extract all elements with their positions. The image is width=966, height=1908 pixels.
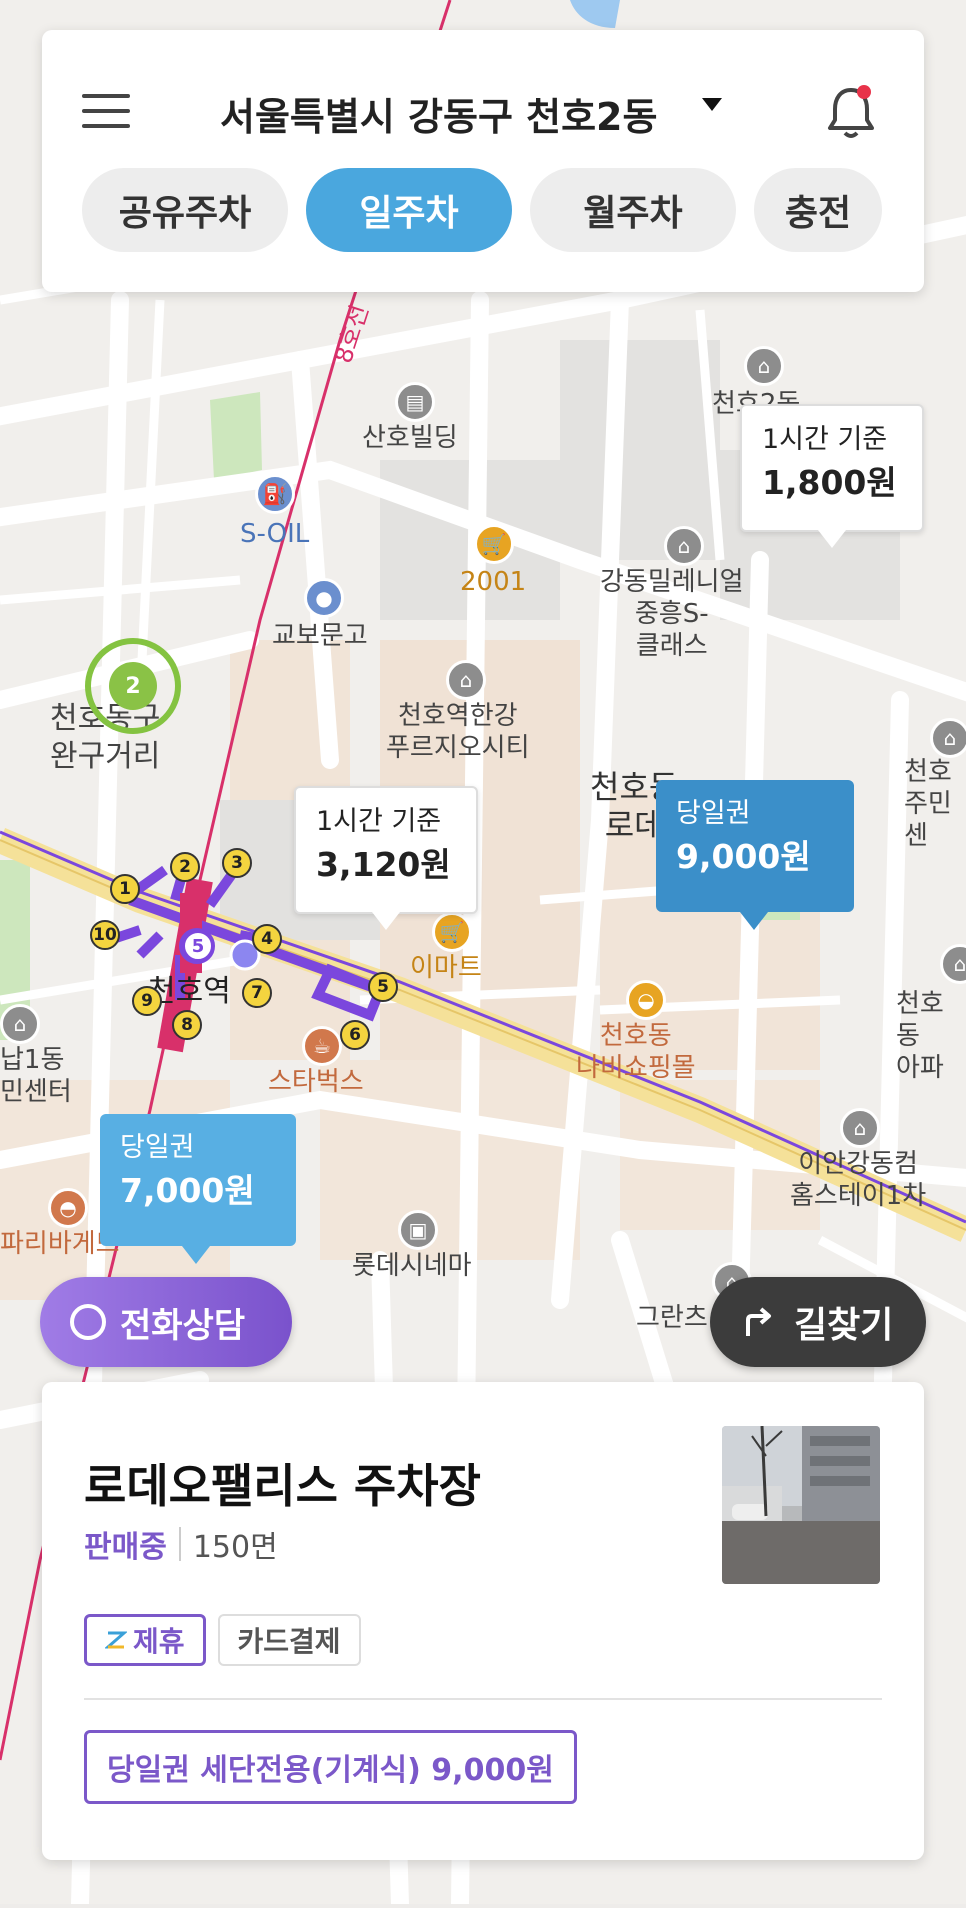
station-exit-2: 2: [170, 852, 200, 882]
map-label-2001: 2001: [460, 567, 527, 597]
map-label-emart: 이마트: [410, 953, 482, 983]
partner-logo-icon: [105, 1631, 127, 1649]
community-center-icon-2: ⌂: [930, 718, 966, 758]
map-label-sanho: 산호빌딩: [362, 423, 458, 453]
tab-daily-parking[interactable]: 일주차: [306, 168, 512, 252]
divider: [178, 1527, 181, 1561]
cafe-icon: ☕: [302, 1026, 342, 1066]
card-payment-tag: 카드결제: [217, 1614, 361, 1666]
triangle-down-icon[interactable]: [702, 98, 722, 111]
divider: [84, 1698, 882, 1700]
station-exit-1: 1: [110, 874, 140, 904]
price-marker-3[interactable]: 당일권 9,000원: [656, 780, 854, 930]
map-label-nabi: 천호동 나비쇼핑몰: [576, 1021, 696, 1083]
map-label-cheonho-hangang: 천호역한강 푸르지오시티: [386, 701, 530, 763]
status-row: 판매중 150면: [84, 1522, 278, 1566]
price-marker-label: 1시간 기준: [316, 806, 442, 837]
daily-ticket-option[interactable]: 당일권 세단전용(기계식) 9,000원: [84, 1730, 577, 1804]
station-exit-8: 8: [172, 1010, 202, 1040]
marker-tail: [818, 530, 846, 548]
price-marker-price: 7,000원: [120, 1171, 255, 1210]
community-center-icon: ⌂: [0, 1004, 40, 1044]
price-marker-label: 1시간 기준: [762, 424, 888, 455]
map-label-soil: S-OIL: [240, 519, 310, 549]
tag-row: 제휴 카드결제: [84, 1614, 373, 1666]
apartment-icon-3: ⌂: [840, 1108, 880, 1148]
price-marker-price: 1,800원: [762, 463, 897, 502]
header-card: 서울특별시 강동구 천호2동 공유주차 일주차 월주차 충전: [42, 30, 924, 292]
price-marker-label: 당일권: [676, 798, 751, 829]
building-icon: ▤: [395, 382, 435, 422]
marker-tail: [372, 912, 400, 930]
price-marker-4[interactable]: 당일권 7,000원: [100, 1114, 296, 1264]
apartment-icon-2: ⌂: [446, 660, 486, 700]
line5-badge: 5: [182, 930, 214, 962]
map-label-ian: 이안강동컴 홈스테이1차: [790, 1149, 927, 1211]
price-marker-label: 당일권: [120, 1132, 195, 1163]
partner-tag-label: 제휴: [133, 1625, 185, 1658]
price-marker-2[interactable]: 1시간 기준 3,120원: [294, 786, 478, 930]
bakery-icon: ◓: [48, 1188, 88, 1228]
map-label-grand: 그란츠: [636, 1303, 708, 1333]
shopping-cart-icon-2: 🛒: [432, 912, 472, 952]
tab-shared-parking[interactable]: 공유주차: [82, 168, 288, 252]
cluster-count[interactable]: 2: [109, 662, 157, 710]
map-label-right1: 천호 주민센: [904, 757, 952, 851]
sale-status: 판매중: [84, 1530, 167, 1565]
map-label-lotte-cinema: 롯데시네마: [352, 1251, 472, 1281]
turn-right-arrow-icon: [746, 1307, 771, 1336]
map-label-kyobo: 교보문고: [272, 621, 368, 651]
price-marker-price: 9,000원: [676, 837, 811, 876]
marker-tail: [182, 1246, 210, 1264]
hamburger-menu-icon[interactable]: [82, 94, 134, 130]
station-exit-6: 6: [340, 1020, 370, 1050]
station-exit-4: 4: [252, 924, 282, 954]
government-icon: ⌂: [744, 346, 784, 386]
marker-tail: [740, 912, 768, 930]
tab-monthly-parking[interactable]: 월주차: [530, 168, 736, 252]
cinema-icon: ▣: [398, 1210, 438, 1250]
bell-icon[interactable]: [824, 82, 878, 142]
phone-consult-button[interactable]: 전화상담: [40, 1277, 292, 1367]
map-label-right2: 천호동 아파: [896, 989, 944, 1083]
station-exit-7: 7: [242, 978, 272, 1008]
parking-lot-name: 로데오팰리스 주차장: [84, 1459, 481, 1513]
gas-station-icon: ⛽: [255, 474, 295, 514]
station-exit-10: 10: [90, 920, 120, 950]
parking-cluster[interactable]: 2: [85, 638, 181, 734]
tab-charging[interactable]: 충전: [754, 168, 882, 252]
parking-lot-photo[interactable]: [722, 1426, 880, 1584]
partner-tag: 제휴: [84, 1614, 206, 1666]
chat-bubble-icon: [70, 1304, 106, 1340]
station-exit-5: 5: [368, 972, 398, 1002]
directions-button[interactable]: 길찾기: [710, 1277, 926, 1367]
location-title[interactable]: 서울특별시 강동구 천호2동: [220, 86, 657, 141]
price-marker-1[interactable]: 1시간 기준 1,800원: [740, 404, 924, 548]
apartment-icon: ⌂: [664, 526, 704, 566]
shopping-basket-icon: ◒: [626, 980, 666, 1020]
station-exit-9: 9: [132, 986, 162, 1016]
station-exit-3: 3: [222, 848, 252, 878]
price-marker-price: 3,120원: [316, 845, 451, 884]
map-label-starbucks: 스타벅스: [268, 1067, 364, 1097]
phone-consult-label: 전화상담: [120, 1305, 246, 1346]
parking-lot-card[interactable]: 로데오팰리스 주차장 판매중 150면 제휴 카드결제 당일권 세단전용(기계식…: [42, 1382, 924, 1860]
bookstore-icon: ●: [304, 578, 344, 618]
space-count: 150면: [192, 1530, 278, 1565]
directions-label: 길찾기: [794, 1305, 894, 1346]
map-label-center1: 납1동 민센터: [0, 1045, 72, 1107]
map-label-gangdong: 강동밀레니얼 중흥S- 클래스: [600, 567, 744, 661]
shopping-cart-icon: 🛒: [474, 524, 514, 564]
